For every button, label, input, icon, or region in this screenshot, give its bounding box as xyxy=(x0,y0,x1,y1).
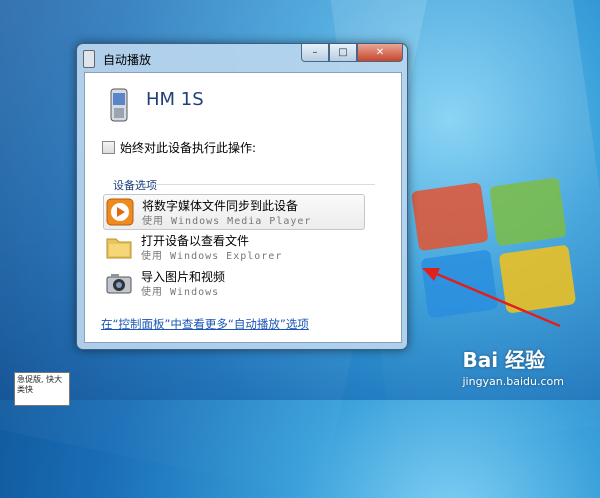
close-button[interactable]: ✕ xyxy=(357,44,403,62)
autoplay-dialog: 自动播放 – □ ✕ HM 1S 始终对此设备执行此操作: 设备选项 将数字媒体… xyxy=(76,43,408,350)
always-do-this-checkbox[interactable]: 始终对此设备执行此操作: xyxy=(102,139,256,156)
option-import-pictures[interactable]: 导入图片和视频 使用 Windows xyxy=(103,266,363,300)
option-subtitle: 使用 Windows Media Player xyxy=(142,216,312,227)
option-sync-media[interactable]: 将数字媒体文件同步到此设备 使用 Windows Media Player xyxy=(103,194,365,230)
checkbox[interactable] xyxy=(102,141,115,154)
device-name: HM 1S xyxy=(146,89,204,110)
control-panel-link[interactable]: 在“控制面板”中查看更多“自动播放”选项 xyxy=(101,316,309,332)
media-player-icon xyxy=(106,198,134,226)
section-divider xyxy=(153,184,375,185)
title-bar[interactable]: 自动播放 – □ ✕ xyxy=(77,44,407,72)
option-subtitle: 使用 Windows xyxy=(141,287,220,298)
camera-icon xyxy=(106,274,132,294)
maximize-button[interactable]: □ xyxy=(329,44,357,62)
dialog-content: HM 1S 始终对此设备执行此操作: 设备选项 将数字媒体文件同步到此设备 使用… xyxy=(84,72,402,343)
section-heading: 设备选项 xyxy=(113,179,157,192)
option-subtitle: 使用 Windows Explorer xyxy=(141,251,283,262)
always-label: 始终对此设备执行此操作: xyxy=(120,141,257,155)
phone-icon xyxy=(110,88,128,122)
folder-icon xyxy=(106,238,132,259)
caption-buttons: – □ ✕ xyxy=(301,44,403,64)
minimize-button[interactable]: – xyxy=(301,44,329,62)
phone-icon xyxy=(83,50,95,68)
window-title: 自动播放 xyxy=(103,53,152,67)
option-open-folder[interactable]: 打开设备以查看文件 使用 Windows Explorer xyxy=(103,230,363,264)
